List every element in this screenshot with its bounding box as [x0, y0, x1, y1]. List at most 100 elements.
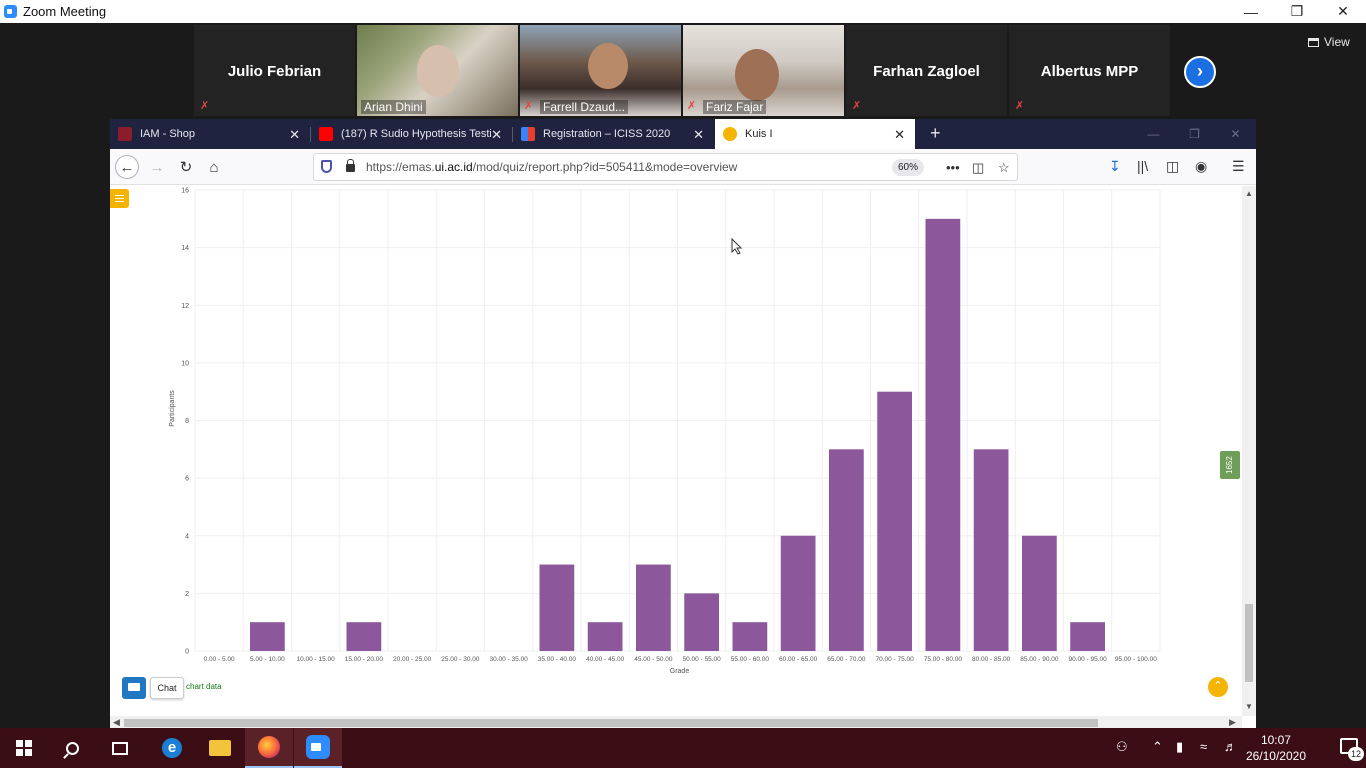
pocket-icon[interactable]: ◫	[972, 160, 984, 176]
task-view-button[interactable]	[96, 728, 144, 768]
bar	[539, 564, 575, 651]
bar	[732, 622, 768, 651]
x-tick-label: 65.00 - 70.00	[827, 656, 866, 663]
scroll-up-icon[interactable]: ▲	[1245, 189, 1253, 198]
browser-window: IAM - Shop ✕ (187) R Sudio Hypothesis Te…	[110, 119, 1256, 729]
scroll-left-icon[interactable]: ◀	[113, 717, 120, 728]
view-button[interactable]: View	[1308, 35, 1350, 49]
forward-arrow-icon[interactable]: →	[145, 155, 169, 179]
chevron-up-icon[interactable]: ⌃	[1152, 739, 1163, 755]
people-icon[interactable]: ⚇	[1116, 739, 1128, 755]
browser-tab[interactable]: IAM - Shop ✕	[110, 119, 310, 149]
close-icon[interactable]: ✕	[1215, 119, 1256, 149]
mouse-cursor-icon	[731, 238, 743, 255]
scrollbar-thumb[interactable]	[124, 719, 1098, 727]
bar	[250, 622, 285, 651]
close-tab-icon[interactable]: ✕	[693, 127, 704, 143]
menu-icon[interactable]: ☰	[1232, 158, 1245, 175]
edge-icon: e	[162, 738, 182, 758]
restore-icon[interactable]: ❐	[1274, 0, 1320, 23]
browser-tab[interactable]: Registration – ICISS 2020 ✕	[513, 119, 714, 149]
bookmark-star-icon[interactable]: ☆	[998, 160, 1010, 176]
url-prefix: https://emas.	[366, 160, 435, 174]
edge-taskbar-button[interactable]: e	[148, 728, 196, 768]
bar	[346, 622, 382, 651]
tracking-protection-icon[interactable]	[321, 160, 332, 173]
x-tick-label: 85.00 - 90.00	[1020, 656, 1059, 663]
minimize-icon[interactable]: —	[1133, 119, 1174, 149]
zoom-level-badge[interactable]: 60%	[892, 159, 925, 176]
library-icon[interactable]: ||\	[1137, 158, 1148, 174]
zoom-window-controls: — ❐ ✕	[1228, 0, 1366, 23]
account-icon[interactable]: ◉	[1195, 158, 1207, 175]
clock-time: 10:07	[1260, 733, 1291, 747]
browser-tab[interactable]: (187) R Sudio Hypothesis Testir ✕	[311, 119, 512, 149]
participant-video-tile[interactable]: ✗ Fariz Fajar	[683, 25, 844, 116]
notes-icon[interactable]	[110, 189, 129, 208]
participant-tile[interactable]: Farhan Zagloel ✗	[846, 25, 1007, 116]
scrollbar-thumb[interactable]	[1245, 604, 1253, 682]
zoom-app-icon	[4, 5, 17, 18]
chat-icon[interactable]	[122, 677, 146, 699]
bar	[1070, 622, 1105, 651]
restore-icon[interactable]: ❐	[1174, 119, 1215, 149]
zoom-taskbar-button[interactable]	[294, 728, 342, 768]
x-tick-label: 0.00 - 5.00	[204, 656, 235, 663]
minimize-icon[interactable]: —	[1228, 0, 1274, 23]
volume-icon[interactable]: ♬	[1224, 739, 1237, 754]
chart-data-link[interactable]: chart data	[186, 682, 222, 691]
page-actions-icon[interactable]: •••	[946, 160, 960, 175]
battery-icon[interactable]: ▮	[1176, 739, 1183, 755]
firefox-taskbar-button[interactable]	[245, 728, 293, 768]
url-text[interactable]: https://emas.ui.ac.id/mod/quiz/report.ph…	[366, 160, 737, 174]
reload-icon[interactable]: ↻	[174, 155, 198, 179]
browser-tab-active[interactable]: Kuis I ✕	[715, 119, 915, 149]
tab-label: (187) R Sudio Hypothesis Testir	[341, 128, 491, 140]
y-tick-label: 6	[185, 476, 189, 483]
close-icon[interactable]: ✕	[1320, 0, 1366, 23]
y-tick-label: 4	[185, 533, 189, 540]
close-tab-icon[interactable]: ✕	[491, 127, 502, 143]
bar	[925, 218, 961, 651]
bar	[587, 622, 623, 651]
chat-button[interactable]: Chat	[150, 677, 184, 699]
windows-taskbar: e ⚇ ⌃ ▮ ≈ ♬ 10:07 26/10/2020 12	[0, 728, 1366, 768]
home-icon[interactable]: ⌂	[202, 155, 226, 179]
x-tick-label: 35.00 - 40.00	[538, 656, 577, 663]
participant-tile[interactable]: Julio Febrian ✗	[194, 25, 355, 116]
zoom-window-title: Zoom Meeting	[23, 4, 107, 19]
clock[interactable]: 10:07 26/10/2020	[1246, 732, 1306, 764]
scroll-down-icon[interactable]: ▼	[1245, 702, 1253, 711]
scroll-to-top-icon[interactable]: ⌃	[1208, 677, 1228, 697]
tab-label: Kuis I	[745, 128, 773, 140]
page-content: 0 2 4 6 8 10 12 14 16 0.00 - 5.00 5.00 - 10.00 10.0…	[110, 186, 1242, 716]
side-tag[interactable]: 1652	[1220, 451, 1240, 479]
clock-date: 26/10/2020	[1245, 749, 1306, 763]
start-button[interactable]	[0, 728, 48, 768]
sidebar-icon[interactable]: ◫	[1166, 158, 1179, 175]
grade-histogram-chart: 0 2 4 6 8 10 12 14 16 0.00 - 5.00 5.00 - 10.00 10.0…	[169, 188, 1161, 675]
muted-mic-icon: ✗	[524, 100, 534, 112]
x-tick-label: 95.00 - 100.00	[1115, 656, 1157, 663]
file-explorer-taskbar-button[interactable]	[196, 728, 244, 768]
tab-label: IAM - Shop	[140, 128, 196, 140]
vertical-scrollbar[interactable]: ▲ ▼	[1242, 186, 1256, 716]
downloads-icon[interactable]: ↧	[1109, 158, 1121, 175]
close-tab-icon[interactable]: ✕	[289, 127, 300, 143]
participant-video-tile[interactable]: ✗ Farrell Dzaud...	[520, 25, 681, 116]
scroll-right-icon[interactable]: ▶	[1229, 717, 1236, 728]
new-tab-icon[interactable]: +	[930, 123, 941, 144]
wifi-icon[interactable]: ≈	[1200, 739, 1207, 754]
participant-tile[interactable]: Albertus MPP ✗	[1009, 25, 1170, 116]
close-tab-icon[interactable]: ✕	[894, 127, 905, 143]
search-button[interactable]	[48, 728, 96, 768]
lock-icon[interactable]	[346, 159, 355, 172]
url-bar[interactable]: https://emas.ui.ac.id/mod/quiz/report.ph…	[313, 153, 1018, 181]
participant-name: Albertus MPP	[1040, 63, 1139, 80]
back-arrow-icon[interactable]: ←	[115, 155, 139, 179]
navigation-toolbar: ← → ↻ ⌂ https://emas.ui.ac.id/mod/quiz/r…	[110, 149, 1256, 185]
next-participants-button[interactable]: ›	[1184, 56, 1216, 88]
bar	[973, 449, 1009, 651]
tab-label: Registration – ICISS 2020	[543, 128, 671, 140]
participant-video-tile[interactable]: Arian Dhini	[357, 25, 518, 116]
